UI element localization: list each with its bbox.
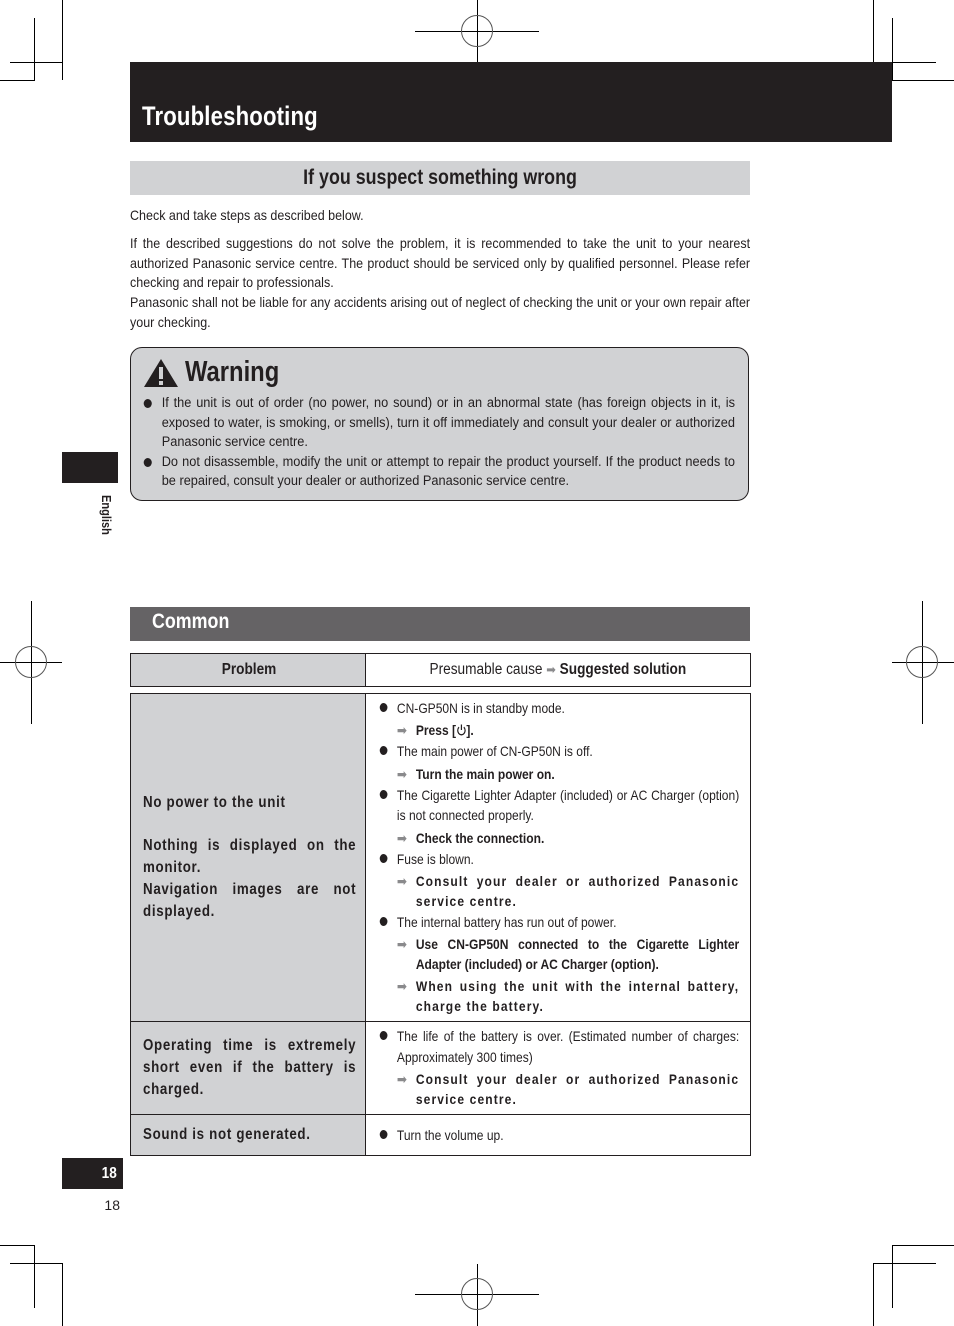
problem-cell: No power to the unit Nothing is displaye… (130, 692, 366, 1023)
troubleshooting-table: No power to the unit Nothing is displaye… (130, 692, 751, 1157)
page-title: Troubleshooting (142, 101, 318, 131)
solution-item: ➡ Press []. (396, 722, 474, 739)
warning-triangle-icon (144, 358, 178, 387)
language-tab (62, 452, 118, 483)
table-row: Sound is not generated. Turn the volume … (130, 1114, 751, 1157)
cause-item: CN-GP50N is in standby mode. (378, 698, 739, 718)
bullet-icon (379, 1130, 388, 1140)
solution-item: ➡ Turn the main power on. (396, 765, 555, 782)
arrow-icon: ➡ (396, 873, 409, 890)
bullet-icon (143, 457, 152, 467)
problem-cell: Operating time is extremely short even i… (130, 1021, 366, 1116)
arrow-icon: ➡ (396, 936, 408, 953)
section-heading-bar: If you suspect something wrong (130, 161, 750, 195)
language-label-wrap: English (92, 495, 122, 555)
solution-cell: Turn the volume up. (365, 1114, 751, 1157)
common-heading-bar: Common (130, 607, 750, 641)
cause-item: Fuse is blown. (378, 849, 739, 869)
intro-text: Check and take steps as described below. (130, 208, 364, 223)
bullet-icon (379, 703, 388, 712)
solution-cell: CN-GP50N is in standby mode. ➡ Press []. … (365, 692, 751, 1023)
page-tab: 18 (62, 1158, 123, 1189)
table-row: Operating time is extremely short even i… (130, 1021, 751, 1116)
cause-item: The main power of CN-GP50N is off. (378, 741, 739, 761)
solution-item: ➡ Consult your dealer or authorized Panas… (396, 1071, 740, 1108)
page-tab-number: 18 (101, 1165, 117, 1182)
bullet-icon (143, 399, 152, 408)
warning-item: Do not disassemble, modify the unit or a… (141, 453, 735, 492)
header-problem: Problem (130, 653, 366, 687)
language-label: English (99, 495, 114, 535)
arrow-icon: ➡ (396, 1071, 409, 1088)
bullet-icon (379, 917, 388, 927)
section-heading: If you suspect something wrong (303, 166, 577, 189)
arrow-icon: ➡ (546, 662, 557, 677)
header-solution: Suggested solution (559, 661, 687, 678)
arrow-icon: ➡ (396, 722, 408, 739)
arrow-icon: ➡ (396, 765, 408, 782)
header-cause: Presumable cause (429, 661, 543, 678)
warning-item: If the unit is out of order (no power, n… (141, 394, 735, 453)
bullet-icon (379, 1031, 388, 1041)
arrow-icon: ➡ (396, 978, 409, 995)
body-paragraph-1: If the described suggestions do not solv… (130, 236, 751, 291)
cause-item: The internal battery has run out of powe… (378, 912, 739, 932)
table-header: Problem Presumable cause ➡ Suggested sol… (130, 653, 751, 687)
bullet-icon (379, 789, 388, 799)
title-bar: Troubleshooting (130, 62, 892, 142)
bullet-icon (379, 746, 388, 756)
solution-item: ➡ Consult your dealer or authorized Panas… (396, 873, 740, 910)
warning-title: Warning (185, 356, 280, 388)
table-row: No power to the unit Nothing is displaye… (130, 692, 751, 1023)
bullet-icon (379, 853, 388, 863)
arrow-icon: ➡ (396, 829, 408, 846)
common-heading: Common (152, 610, 230, 633)
solution-cell: The life of the battery is over. (Estima… (365, 1021, 751, 1116)
body-paragraph-2: Panasonic shall not be liable for any ac… (130, 295, 751, 330)
solution-item: ➡ Check the connection. (396, 829, 545, 846)
header-cause-solution: Presumable cause ➡ Suggested solution (365, 653, 751, 687)
page-number: 18 (104, 1197, 120, 1213)
problem-cell: Sound is not generated. (130, 1114, 366, 1157)
solution-item: ➡ Use CN-GP50N connected to the Cigarette… (396, 936, 740, 973)
warning-box: Warning If the unit is out of order (no … (130, 347, 749, 501)
cause-item: Turn the volume up. (378, 1125, 739, 1145)
power-icon (456, 724, 466, 736)
cause-item: The Cigarette Lighter Adapter (included)… (378, 785, 739, 826)
cause-item: The life of the battery is over. (Estima… (378, 1026, 739, 1067)
solution-item: ➡ When using the unit with the internal b… (396, 978, 740, 1015)
warning-list: If the unit is out of order (no power, n… (141, 394, 735, 492)
warning-header: Warning (143, 356, 300, 389)
